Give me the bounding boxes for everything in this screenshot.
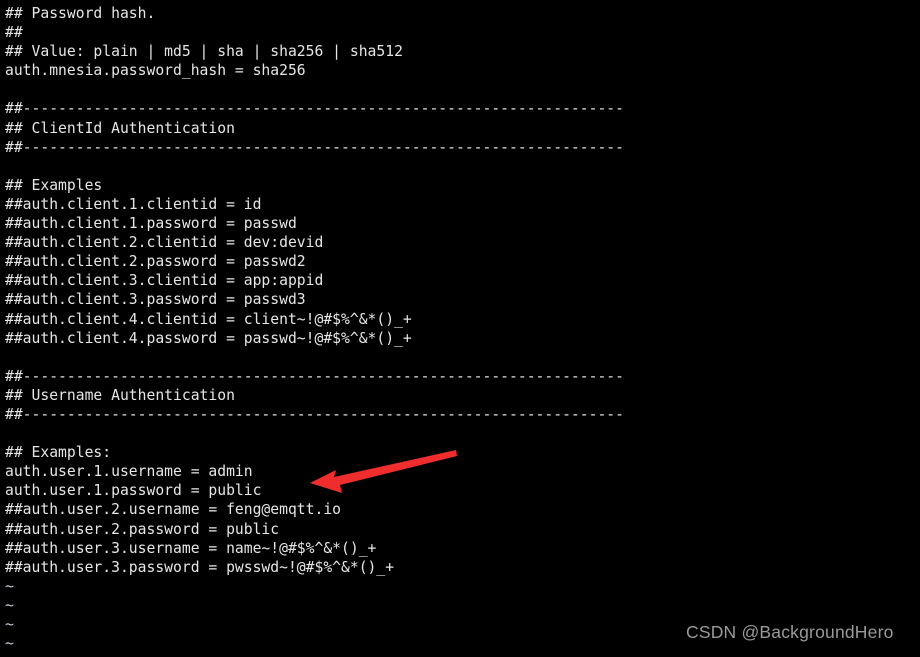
csdn-watermark: CSDN @BackgroundHero xyxy=(686,622,894,642)
terminal-line: ## Examples: xyxy=(5,444,112,462)
terminal-line: ##--------------------------------------… xyxy=(5,100,624,118)
terminal-screen: ## Password hash. ## ## Value: plain | md5… xyxy=(0,0,920,657)
terminal-line: ##--------------------------------------… xyxy=(5,405,624,423)
terminal-line: ##auth.client.3.password = passwd3 xyxy=(5,291,306,309)
terminal-line: ## Username Authentication xyxy=(5,386,235,404)
terminal-line: ## ClientId Authentication xyxy=(5,119,235,137)
terminal-line: ##auth.client.4.password = passwd~!@#$%^… xyxy=(5,329,412,347)
terminal-line: ##auth.client.1.clientid = id xyxy=(5,195,262,213)
terminal-line: ##auth.client.3.clientid = app:appid xyxy=(5,272,324,290)
terminal-line: ##auth.client.2.clientid = dev:devid xyxy=(5,234,324,252)
terminal-line: ## Password hash. xyxy=(5,5,156,22)
terminal-line: ##--------------------------------------… xyxy=(5,138,624,156)
terminal-line: ##auth.user.2.username = feng@emqtt.io xyxy=(5,501,342,519)
terminal-line: ##auth.client.2.password = passwd2 xyxy=(5,253,306,271)
terminal-line: ## Examples xyxy=(5,176,103,194)
terminal-line: auth.user.1.username = admin xyxy=(5,463,253,481)
terminal-line: ##auth.client.1.password = passwd xyxy=(5,215,297,233)
terminal-line: auth.mnesia.password_hash = sha256 xyxy=(5,62,306,80)
terminal-line: ##auth.user.3.password = pwsswd~!@#$%^&*… xyxy=(5,558,395,576)
terminal-text-area[interactable]: ## Password hash. ## ## Value: plain | md5… xyxy=(5,4,915,653)
terminal-line: ##auth.user.3.username = name~!@#$%^&*()… xyxy=(5,539,377,557)
vim-empty-line-marker: ~ xyxy=(5,577,14,595)
terminal-line: ##auth.client.4.clientid = client~!@#$%^… xyxy=(5,310,412,328)
vim-empty-line-marker: ~ xyxy=(5,596,14,614)
terminal-line: ## xyxy=(5,24,23,42)
terminal-line: ##auth.user.2.password = public xyxy=(5,520,280,538)
terminal-line: ##--------------------------------------… xyxy=(5,367,624,385)
terminal-line: auth.user.1.password = public xyxy=(5,482,262,500)
terminal-line: ## Value: plain | md5 | sha | sha256 | s… xyxy=(5,43,403,61)
